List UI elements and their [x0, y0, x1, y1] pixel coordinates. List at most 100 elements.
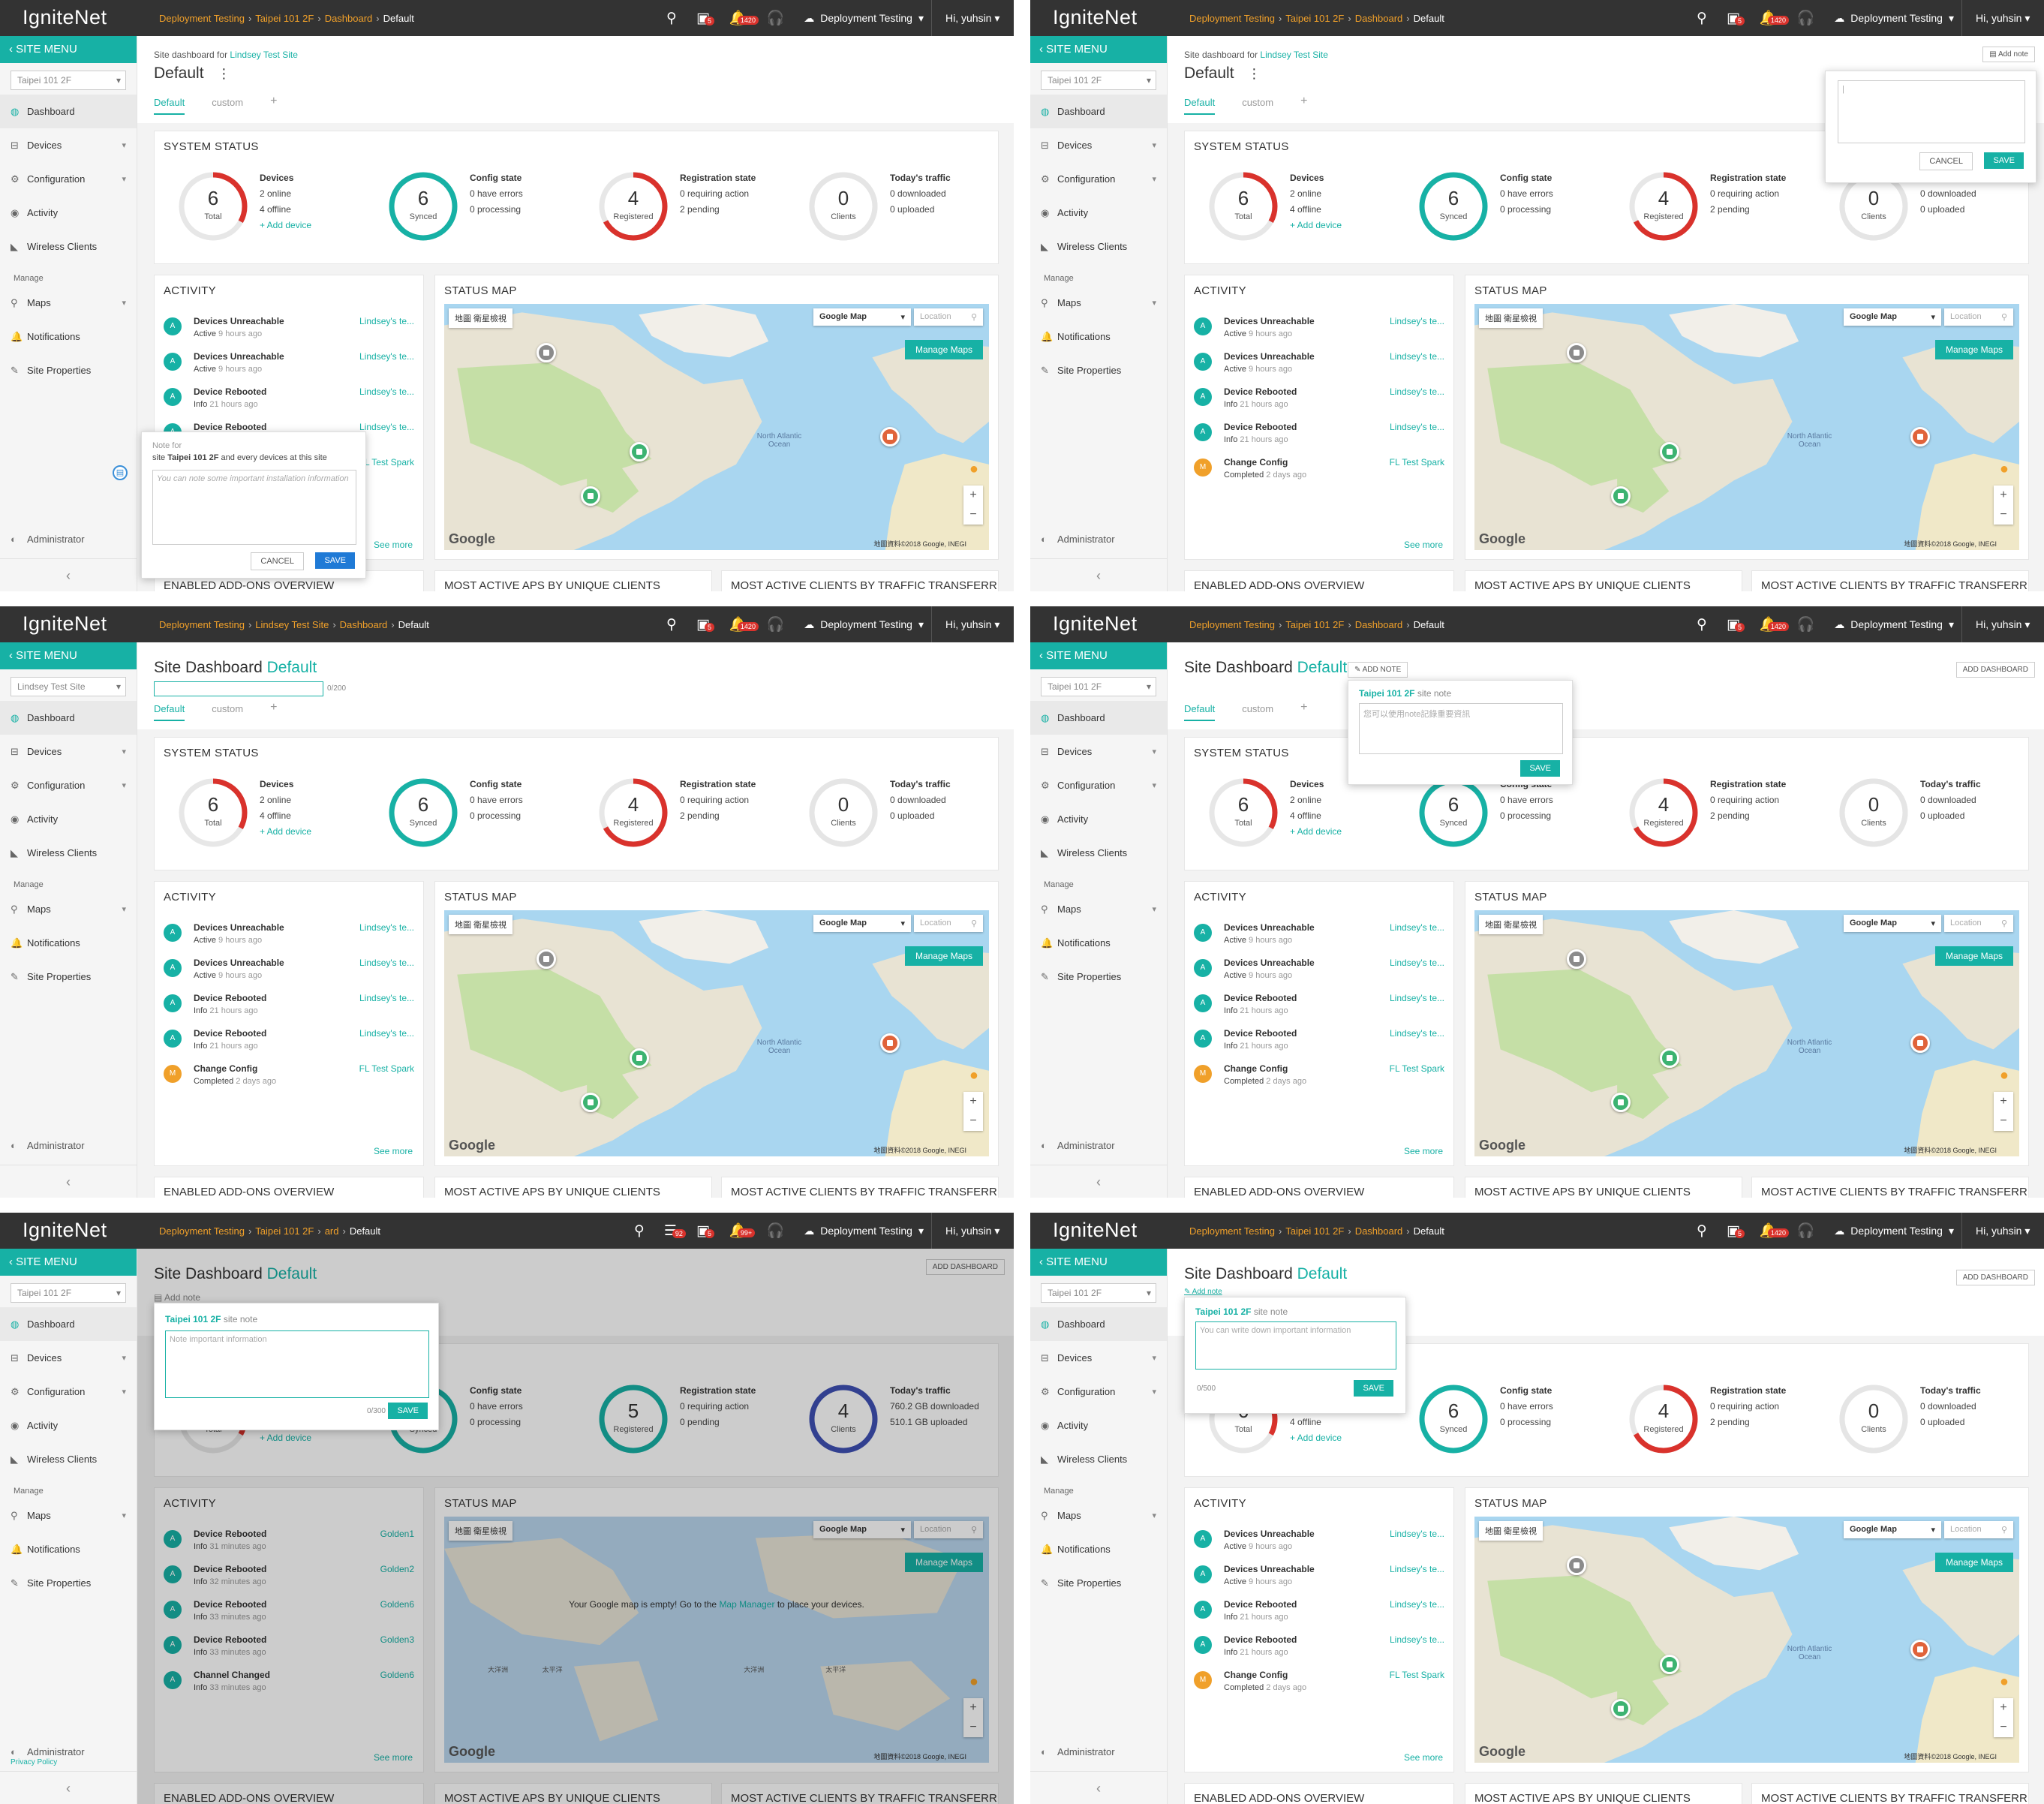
activity-source-link[interactable]: Lindsey's te... [1390, 1564, 1444, 1574]
bell-icon[interactable]: 🔔1420 [1760, 9, 1789, 27]
device-pin-online[interactable] [1659, 1048, 1679, 1068]
administrator-link[interactable]: ◐ Administrator [11, 534, 85, 545]
sidebar-item-notifications[interactable]: 🔔 Notifications [1030, 1532, 1167, 1566]
tab-custom[interactable]: custom [212, 97, 243, 115]
tab-custom[interactable]: custom [1242, 97, 1273, 115]
status-map[interactable]: North Atlantic Ocean 地圖 衛星檢視 Google Map ▾ L… [1474, 1517, 2019, 1763]
tab-custom[interactable]: custom [1242, 703, 1273, 721]
location-search-input[interactable]: Location ⚲ [914, 915, 983, 932]
activity-source-link[interactable]: Lindsey's te... [359, 1028, 414, 1039]
add-device-link[interactable]: + Add device [1290, 1430, 1342, 1446]
activity-source-link[interactable]: Lindsey's te... [359, 351, 414, 362]
breadcrumb-site[interactable]: Lindsey Test Site [255, 619, 329, 630]
devices-gauge[interactable]: 6 Total [177, 170, 249, 242]
activity-row[interactable]: A Device Rebooted Info 21 hours ago Lindsey… [1194, 1630, 1444, 1664]
headset-icon[interactable]: 🎧 [767, 1222, 785, 1240]
add-device-link[interactable]: + Add device [1290, 218, 1342, 233]
zoom-control[interactable]: + − [1994, 486, 2013, 525]
addons-overview-card[interactable]: ENABLED ADD-ONS OVERVIEW [1184, 570, 1454, 591]
activity-source-link[interactable]: Lindsey's te... [1390, 422, 1444, 432]
sidebar-item-devices[interactable]: ⊟ Devices ▾ [1030, 128, 1167, 162]
manage-maps-button[interactable]: Manage Maps [1934, 340, 2013, 359]
sidebar-item-site-properties[interactable]: ✎ Site Properties [0, 353, 137, 387]
zoom-control[interactable]: + − [963, 1092, 983, 1131]
add-device-link[interactable]: + Add device [260, 824, 311, 840]
activity-row[interactable]: A Device Rebooted Info 21 hours ago Lindsey… [1194, 1595, 1444, 1629]
activity-row[interactable]: A Device Rebooted Info 21 hours ago Lindsey… [164, 382, 414, 416]
activity-row[interactable]: A Devices Unreachable Active 9 hours ago Li… [1194, 311, 1444, 346]
sidebar-item-wireless-clients[interactable]: ◣ Wireless Clients [0, 1442, 137, 1476]
search-icon[interactable]: ⚲ [666, 10, 677, 27]
bell-icon[interactable]: 🔔1420 [1760, 1222, 1789, 1240]
manage-maps-button[interactable]: Manage Maps [904, 340, 983, 359]
active-aps-card[interactable]: MOST ACTIVE APS BY UNIQUE CLIENTS [434, 1177, 712, 1198]
sidebar-item-activity[interactable]: ◉ Activity [0, 196, 137, 230]
config-gauge[interactable]: 6 Synced [1417, 777, 1489, 849]
street-view-icon[interactable]: ● [2000, 1067, 2009, 1084]
add-tab-button[interactable]: + [270, 701, 277, 721]
save-button[interactable]: SAVE [388, 1403, 428, 1419]
breadcrumb-site[interactable]: Taipei 101 2F [1285, 1225, 1344, 1237]
sidebar-item-site-properties[interactable]: ✎ Site Properties [0, 960, 137, 994]
activity-source-link[interactable]: Lindsey's te... [1390, 351, 1444, 362]
sidebar-item-wireless-clients[interactable]: ◣ Wireless Clients [1030, 230, 1167, 263]
add-tab-button[interactable]: + [1300, 95, 1307, 115]
street-view-icon[interactable]: ● [969, 1067, 978, 1084]
search-icon[interactable]: ⚲ [1697, 1222, 1707, 1240]
sidebar-item-maps[interactable]: ⚲ Maps ▾ [0, 286, 137, 320]
user-menu[interactable]: Hi, yuhsin ▾ [1961, 606, 2044, 642]
see-more-link[interactable]: See more [1404, 1752, 1443, 1763]
breadcrumb-org[interactable]: Deployment Testing [1189, 1225, 1275, 1237]
cancel-button[interactable]: CANCEL [251, 552, 304, 570]
bell-icon[interactable]: 🔔1420 [729, 615, 759, 633]
manage-maps-button[interactable]: Manage Maps [1934, 1553, 2013, 1572]
cancel-button[interactable]: CANCEL [1919, 152, 1973, 170]
activity-row[interactable]: M Change Config Completed 2 days ago FL Tes… [1194, 1665, 1444, 1700]
administrator-link[interactable]: ◐ Administrator [11, 1140, 85, 1151]
activity-row[interactable]: A Devices Unreachable Active 9 hours ago Li… [1194, 1524, 1444, 1559]
privacy-policy-link[interactable]: Privacy Policy [11, 1758, 57, 1766]
sidebar-item-activity[interactable]: ◉ Activity [1030, 1409, 1167, 1442]
sidebar-item-devices[interactable]: ⊟ Devices ▾ [0, 1341, 137, 1375]
sidebar-item-maps[interactable]: ⚲ Maps ▾ [0, 892, 137, 926]
activity-source-link[interactable]: Lindsey's te... [1390, 922, 1444, 933]
search-icon[interactable]: ⚲ [1697, 616, 1707, 633]
status-map[interactable]: North Atlantic Ocean 地圖 衛星檢視 Google Map ▾ L… [444, 304, 989, 550]
tab-default[interactable]: Default [1184, 97, 1216, 115]
bell-icon[interactable]: 🔔1420 [729, 9, 759, 27]
administrator-link[interactable]: ◐ Administrator [1041, 534, 1115, 545]
breadcrumb-dashboard[interactable]: Dashboard [1355, 13, 1403, 24]
addons-overview-card[interactable]: ENABLED ADD-ONS OVERVIEW [1184, 1177, 1454, 1198]
site-menu-header[interactable]: ‹ SITE MENU [0, 36, 137, 63]
activity-source-link[interactable]: Lindsey's te... [359, 316, 414, 326]
site-menu-header[interactable]: ‹ SITE MENU [0, 1249, 137, 1276]
zoom-control[interactable]: + − [963, 486, 983, 525]
map-type-toggle[interactable]: 地圖 衛星檢視 [1479, 915, 1544, 934]
activity-source-link[interactable]: Lindsey's te... [1390, 958, 1444, 968]
breadcrumb-dashboard[interactable]: Dashboard [1355, 1225, 1403, 1237]
add-note-link[interactable]: ✎ Add note [1184, 1288, 1222, 1296]
administrator-link[interactable]: ◐ Administrator [1041, 1746, 1115, 1757]
config-gauge[interactable]: 6 Synced [1417, 1383, 1489, 1455]
activity-source-link[interactable]: Lindsey's te... [1390, 993, 1444, 1003]
activity-source-link[interactable]: FL Test Spark [359, 1063, 414, 1074]
activity-source-link[interactable]: Lindsey's te... [1390, 1529, 1444, 1539]
devices-icon[interactable]: ▣ 5 [1727, 10, 1745, 27]
sidebar-item-dashboard[interactable]: ◍ Dashboard [1030, 701, 1167, 735]
save-button[interactable]: SAVE [1520, 760, 1560, 777]
activity-source-link[interactable]: FL Test Spark [359, 457, 414, 468]
activity-row[interactable]: A Devices Unreachable Active 9 hours ago Li… [1194, 347, 1444, 381]
active-clients-card[interactable]: MOST ACTIVE CLIENTS BY TRAFFIC TRANSFERR… [721, 1177, 999, 1198]
note-textarea[interactable]: You can note some important installation… [152, 470, 356, 545]
collapse-sidebar-icon[interactable]: ‹ [1030, 1771, 1167, 1804]
org-switcher[interactable]: ☁ Deployment Testing ▾ [804, 618, 924, 631]
sidebar-item-notifications[interactable]: 🔔 Notifications [1030, 926, 1167, 960]
tab-default[interactable]: Default [154, 97, 185, 115]
active-clients-card[interactable]: MOST ACTIVE CLIENTS BY TRAFFIC TRANSFERR… [1751, 570, 2029, 591]
street-view-icon[interactable]: ● [2000, 1673, 2009, 1691]
sidebar-item-devices[interactable]: ⊟ Devices ▾ [0, 735, 137, 768]
site-menu-header[interactable]: ‹ SITE MENU [1030, 642, 1167, 669]
sidebar-item-maps[interactable]: ⚲ Maps ▾ [1030, 286, 1167, 320]
collapse-sidebar-icon[interactable]: ‹ [1030, 1165, 1167, 1198]
collapse-sidebar-icon[interactable]: ‹ [1030, 558, 1167, 591]
